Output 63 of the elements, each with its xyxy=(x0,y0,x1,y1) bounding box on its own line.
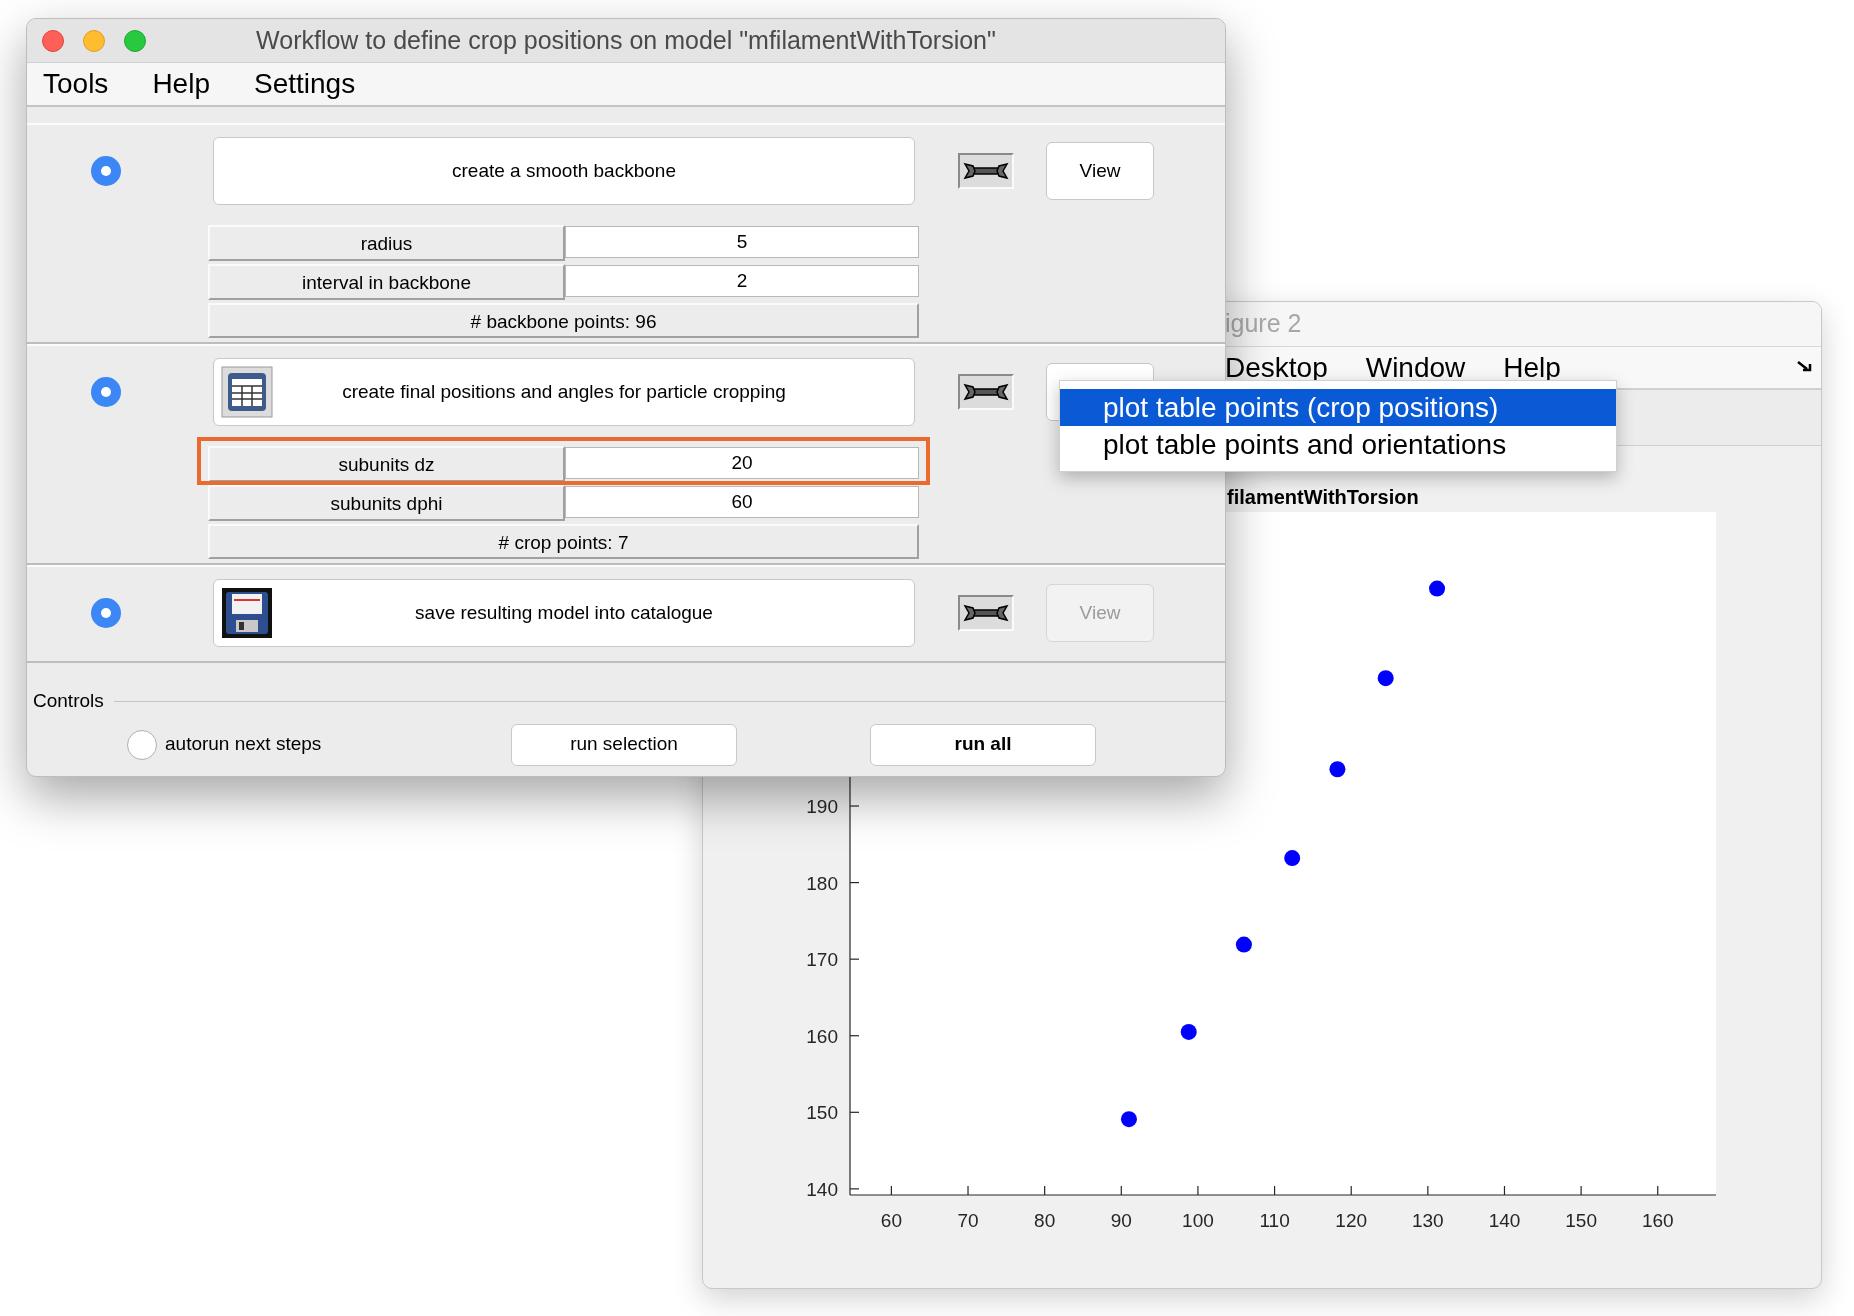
window-title: Workflow to define crop positions on model "mfilamentWithTorsion" xyxy=(256,24,996,56)
axes-title: filamentWithTorsion xyxy=(1227,486,1419,508)
parameter-label: radius xyxy=(208,225,565,261)
parameter-field[interactable]: 60 xyxy=(565,486,919,518)
summary-label: # backbone points: 96 xyxy=(208,303,919,338)
wrench-icon xyxy=(963,381,1009,403)
menu-item[interactable]: Settings xyxy=(253,63,356,105)
menu-item[interactable]: Tools xyxy=(43,63,109,105)
x-tick-label: 70 xyxy=(957,1210,979,1231)
popup-menu-item[interactable]: plot table points (crop positions) xyxy=(1060,389,1616,426)
step-button[interactable]: save resulting model into catalogue xyxy=(213,579,915,647)
menu-item[interactable]: Help xyxy=(152,63,210,105)
x-tick-label: 150 xyxy=(1565,1210,1597,1231)
x-tick-label: 130 xyxy=(1412,1210,1444,1231)
wrench-button[interactable] xyxy=(958,595,1014,631)
autorun-checkbox[interactable] xyxy=(127,729,157,760)
data-point xyxy=(1377,670,1394,687)
step-button[interactable]: create a smooth backbone xyxy=(213,137,915,205)
autorun-label: autorun next steps xyxy=(165,732,322,757)
wrench-button[interactable] xyxy=(958,153,1014,189)
parameter-field[interactable]: 20 xyxy=(565,447,919,479)
data-point xyxy=(1284,850,1301,867)
view-button[interactable]: View xyxy=(1046,142,1154,200)
summary-label: # crop points: 7 xyxy=(208,524,919,559)
close-window-icon[interactable] xyxy=(42,30,64,52)
radio-button[interactable] xyxy=(91,156,121,186)
table-icon xyxy=(221,366,273,418)
parameter-label: subunits dz xyxy=(208,446,565,482)
zoom-window-icon[interactable] xyxy=(124,30,146,52)
x-tick-label: 80 xyxy=(1034,1210,1056,1231)
run-button[interactable]: run all xyxy=(870,723,1096,766)
x-tick-label: 160 xyxy=(1641,1210,1674,1231)
y-tick-label: 140 xyxy=(806,1178,838,1200)
parameter-label: subunits dphi xyxy=(208,485,565,521)
x-tick-label: 110 xyxy=(1259,1210,1290,1231)
group-label: Controls xyxy=(32,689,105,713)
parameter-field[interactable]: 2 xyxy=(565,265,919,297)
parameter-label: interval in backbone xyxy=(208,264,565,300)
x-tick-label: 120 xyxy=(1335,1210,1368,1231)
x-tick-label: 60 xyxy=(880,1210,902,1231)
y-tick-label: 150 xyxy=(806,1102,838,1124)
radio-button[interactable] xyxy=(91,377,121,407)
wrench-icon xyxy=(963,602,1009,624)
step-button[interactable]: create final positions and angles for particle cropping xyxy=(213,358,915,426)
data-point xyxy=(1235,936,1252,953)
x-tick-label: 100 xyxy=(1182,1210,1214,1231)
wrench-icon xyxy=(963,160,1009,182)
y-tick-label: 190 xyxy=(806,796,838,818)
run-button[interactable]: run selection xyxy=(511,723,737,766)
wrench-button[interactable] xyxy=(958,374,1014,410)
x-tick-label: 140 xyxy=(1488,1210,1521,1231)
data-point xyxy=(1429,580,1446,597)
y-tick-label: 160 xyxy=(806,1025,838,1047)
data-point xyxy=(1180,1023,1197,1040)
parameter-field[interactable]: 5 xyxy=(565,226,919,258)
popup-menu-item[interactable]: plot table points and orientations xyxy=(1060,426,1616,463)
x-tick-label: 90 xyxy=(1110,1210,1132,1231)
y-tick-label: 180 xyxy=(806,872,838,894)
y-tick-label: 170 xyxy=(806,949,838,971)
data-point xyxy=(1120,1111,1137,1128)
data-point xyxy=(1329,761,1346,778)
window-title: igure 2 xyxy=(1225,308,1302,340)
radio-button[interactable] xyxy=(91,598,121,628)
